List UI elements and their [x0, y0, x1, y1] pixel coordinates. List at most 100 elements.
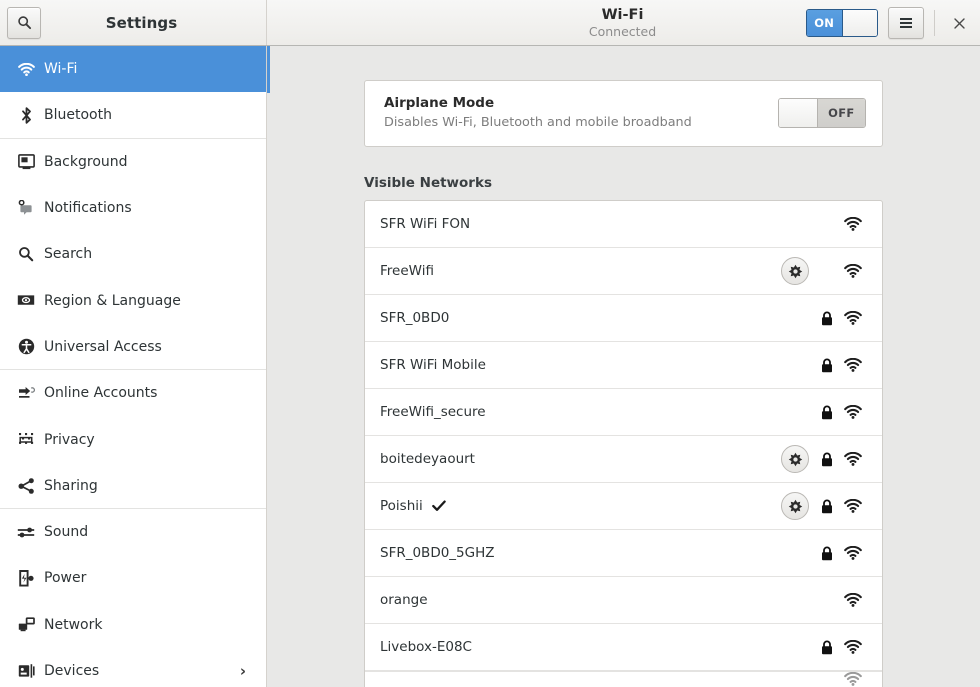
network-name: FreeWifi_secure	[380, 404, 486, 420]
sidebar-item-sharing[interactable]: Sharing	[0, 463, 266, 510]
signal-strength-icon	[843, 498, 862, 513]
network-name: Livebox-E08C	[380, 639, 472, 655]
sidebar-item-label: Search	[44, 246, 93, 263]
wifi-icon	[843, 263, 862, 278]
lock-icon	[820, 499, 834, 514]
signal-strength-icon	[843, 545, 862, 560]
connected-check-icon	[431, 500, 446, 512]
wifi-toggle-switch[interactable]: ON	[806, 9, 878, 37]
wifi-icon	[843, 639, 862, 654]
region-language-icon	[17, 295, 35, 305]
network-row[interactable]: Livebox-E08C	[365, 624, 882, 671]
network-row[interactable]: SFR WiFi Mobile	[365, 342, 882, 389]
network-settings-button[interactable]	[781, 445, 809, 473]
sidebar-item-power[interactable]: Power	[0, 555, 266, 601]
airplane-toggle-label: OFF	[817, 99, 865, 127]
network-name: SFR WiFi FON	[380, 216, 471, 232]
network-icon	[14, 615, 38, 635]
network-icon	[18, 617, 35, 632]
sidebar-item-label: Privacy	[44, 431, 95, 448]
devices-icon	[14, 661, 38, 681]
lock-icon	[822, 640, 832, 654]
sidebar-item-search[interactable]: Search	[0, 231, 266, 277]
sidebar-item-wi-fi[interactable]: Wi-Fi	[0, 46, 266, 93]
gear-icon	[788, 264, 802, 278]
network-row[interactable]: orange	[365, 577, 882, 624]
wifi-icon	[14, 59, 38, 79]
signal-strength-icon	[843, 263, 862, 278]
sidebar-item-sound[interactable]: Sound	[0, 509, 266, 555]
signal-strength-icon	[843, 592, 862, 607]
wifi-panel: Airplane Mode Disables Wi-Fi, Bluetooth …	[267, 46, 980, 687]
signal-strength-icon	[843, 216, 862, 231]
wifi-icon	[843, 216, 862, 231]
wifi-icon	[843, 498, 862, 513]
lock-icon	[822, 405, 832, 419]
lock-icon	[822, 452, 832, 466]
menu-button[interactable]	[888, 7, 924, 39]
sidebar-item-notifications[interactable]: Notifications	[0, 185, 266, 231]
airplane-mode-description: Disables Wi-Fi, Bluetooth and mobile bro…	[384, 115, 692, 130]
airplane-mode-toggle[interactable]: OFF	[778, 98, 866, 128]
sidebar-item-label: Devices	[44, 663, 100, 679]
network-row[interactable]: SFR_0BD0_5GHZ	[365, 530, 882, 577]
gear-icon	[788, 499, 802, 513]
network-name: boitedeyaourt	[380, 451, 475, 467]
sidebar-item-label: Network	[44, 616, 103, 633]
network-row[interactable]: SFR WiFi FON	[365, 201, 882, 248]
signal-strength-icon	[843, 672, 862, 686]
sharing-icon	[14, 476, 38, 496]
network-row[interactable]: boitedeyaourt	[365, 436, 882, 483]
network-row[interactable]: SFR_0BD0	[365, 295, 882, 342]
sidebar-item-background[interactable]: Background	[0, 139, 266, 185]
network-settings-button[interactable]	[781, 257, 809, 285]
lock-icon	[820, 311, 834, 326]
network-row[interactable]: Poishii	[365, 483, 882, 530]
close-button[interactable]	[944, 8, 974, 38]
sidebar-item-universal-access[interactable]: Universal Access	[0, 324, 266, 371]
visible-networks-heading: Visible Networks	[364, 175, 492, 191]
wifi-icon	[843, 310, 862, 325]
sidebar-item-devices[interactable]: Devices ›	[0, 648, 266, 687]
selection-edge-indicator	[267, 46, 270, 93]
sidebar-item-label: Background	[44, 153, 128, 170]
header-bar: Settings Wi-Fi Connected ON	[0, 0, 980, 46]
sound-icon	[17, 527, 35, 538]
wifi-icon	[843, 672, 862, 686]
close-icon	[953, 17, 965, 29]
universal-access-icon	[18, 339, 34, 355]
settings-title: Settings	[105, 13, 178, 32]
sidebar-item-label: Sound	[44, 524, 89, 541]
wifi-icon	[843, 592, 862, 607]
airplane-mode-row[interactable]: Airplane Mode Disables Wi-Fi, Bluetooth …	[365, 81, 882, 146]
sidebar-item-network[interactable]: Network	[0, 602, 266, 648]
sidebar-list: Wi-Fi Bluetooth Background Notifications Sea…	[0, 46, 266, 687]
network-row[interactable]: FreeWifi_secure	[365, 389, 882, 436]
airplane-mode-card: Airplane Mode Disables Wi-Fi, Bluetooth …	[364, 80, 883, 147]
network-row-partial[interactable]	[365, 671, 882, 687]
sidebar-item-privacy[interactable]: Privacy	[0, 416, 266, 462]
sidebar-item-online-accounts[interactable]: Online Accounts	[0, 370, 266, 416]
sidebar-header: Settings	[0, 0, 267, 45]
background-icon	[14, 152, 38, 172]
airplane-toggle-knob	[779, 99, 818, 127]
network-name: SFR_0BD0	[380, 310, 450, 326]
panel-header: Wi-Fi Connected ON	[267, 0, 980, 45]
wifi-icon	[17, 62, 35, 76]
sidebar-item-label: Power	[44, 570, 87, 587]
sidebar-item-label: Online Accounts	[44, 385, 158, 402]
search-button[interactable]	[7, 6, 41, 39]
sidebar-item-bluetooth[interactable]: Bluetooth	[0, 92, 266, 139]
bluetooth-icon	[21, 107, 31, 124]
network-name: SFR_0BD0_5GHZ	[380, 545, 495, 561]
network-settings-button[interactable]	[781, 492, 809, 520]
airplane-mode-text: Airplane Mode Disables Wi-Fi, Bluetooth …	[384, 95, 778, 131]
signal-strength-icon	[843, 310, 862, 325]
wifi-icon	[843, 545, 862, 560]
sidebar-item-region-language[interactable]: Region & Language	[0, 277, 266, 323]
lock-icon	[822, 546, 832, 560]
lock-icon	[820, 358, 834, 373]
notifications-icon	[18, 200, 32, 215]
lock-icon	[820, 452, 834, 467]
network-row[interactable]: FreeWifi	[365, 248, 882, 295]
